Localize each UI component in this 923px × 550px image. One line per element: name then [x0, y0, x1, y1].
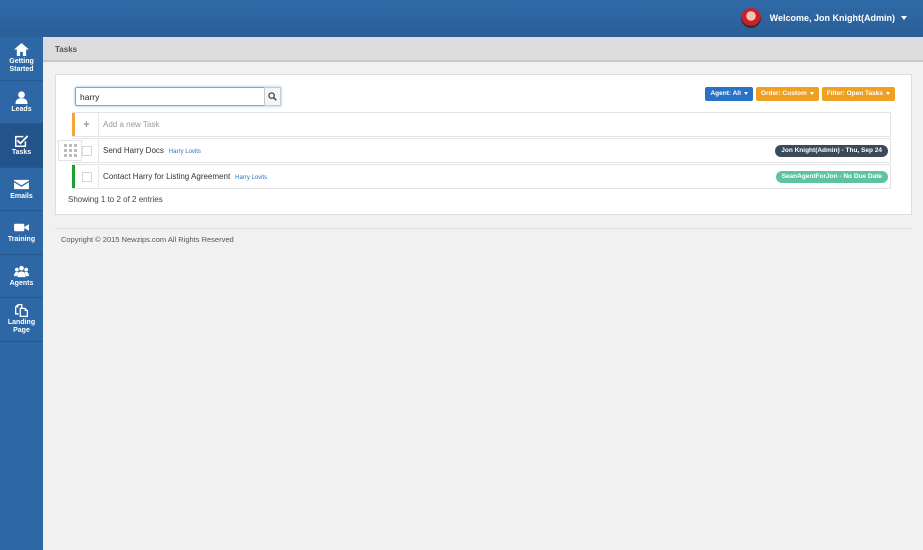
footer-divider	[55, 228, 912, 229]
search-icon	[268, 92, 277, 101]
grip-dot	[63, 154, 67, 157]
order-filter-button[interactable]: Order: Custom	[755, 87, 819, 101]
status-filter-button[interactable]: Filter: Open Tasks	[821, 87, 895, 101]
chevron-down-icon	[743, 91, 748, 95]
chevron-down-icon[interactable]	[901, 16, 907, 20]
due-badge: SeanAgentForJon - No Due Date	[775, 171, 888, 183]
chevron-down-icon	[809, 91, 814, 95]
task-item[interactable]: Send Harry Docs Harry Lovits	[103, 139, 201, 164]
top-bar: Welcome, Jon Knight(Admin)	[0, 0, 923, 37]
envelope-icon	[14, 179, 29, 189]
sidebar-item-label: Page	[13, 326, 30, 334]
search-input[interactable]	[75, 87, 281, 106]
copy-pages-icon	[15, 304, 28, 318]
sidebar-item-label: Emails	[10, 192, 33, 200]
task-checkbox[interactable]	[81, 171, 92, 182]
plus-icon[interactable]: +	[83, 119, 89, 131]
copyright-text: Copyright © 2015 Newzips.com All Rights …	[61, 235, 234, 244]
chevron-down-icon	[886, 91, 890, 95]
sidebar-item-emails[interactable]: Emails	[0, 168, 43, 211]
due-badge: Jon Knight(Admin) - Thu, Sep 24	[775, 145, 888, 157]
task-title[interactable]: Send Harry Docs	[103, 146, 164, 155]
grip-dot	[68, 149, 72, 152]
filter-bar: Agent: All Order: Custom Filter: Open Ta…	[705, 87, 895, 101]
user-icon	[15, 90, 28, 104]
grip-dot	[73, 149, 77, 152]
task-checkbox-cell	[75, 165, 99, 188]
sidebar-item-label: Training	[7, 236, 36, 243]
task-checkbox[interactable]	[81, 145, 92, 156]
sidebar-item-label: Landing	[7, 319, 36, 327]
tasks-panel: Agent: All Order: Custom Filter: Open Ta…	[55, 74, 912, 215]
add-task-row[interactable]: + Add a new Task	[72, 112, 891, 137]
add-task-cell: +	[75, 113, 99, 136]
group-icon	[14, 265, 29, 277]
task-row: Send Harry Docs Harry Lovits Jon Knight(A…	[58, 138, 891, 164]
home-icon	[14, 43, 29, 57]
grip-dot	[68, 154, 72, 157]
sidebar-item-getting-started[interactable]: Getting Started	[0, 37, 43, 81]
lead-link[interactable]: Harry Lovits	[169, 149, 201, 155]
page-title: Tasks	[43, 37, 923, 62]
grip-dot	[63, 144, 67, 147]
sidebar-item-leads[interactable]: Leads	[0, 81, 43, 124]
task-row: Contact Harry for Listing Agreement Harry…	[72, 164, 891, 189]
user-menu[interactable]: Welcome, Jon Knight(Admin)	[740, 8, 907, 28]
sidebar: Getting Started Leads Tasks Emails Train…	[0, 37, 43, 550]
sidebar-item-training[interactable]: Training	[0, 211, 43, 255]
search-button[interactable]	[264, 87, 281, 106]
grip-dot	[63, 149, 67, 152]
sidebar-item-landing-page[interactable]: Landing Page	[0, 298, 43, 342]
video-camera-icon	[14, 223, 29, 232]
sidebar-item-agents[interactable]: Agents	[0, 255, 43, 298]
drag-handle[interactable]	[58, 140, 82, 161]
task-title[interactable]: Contact Harry for Listing Agreement	[103, 172, 230, 181]
lead-link[interactable]: Harry Lovits	[235, 175, 267, 181]
agent-filter-button[interactable]: Agent: All	[705, 87, 753, 101]
sidebar-item-tasks[interactable]: Tasks	[0, 124, 43, 168]
agent-filter-label: Agent: All	[710, 90, 741, 97]
sidebar-item-label: Agents	[9, 279, 34, 287]
checkbox-icon	[15, 135, 29, 147]
grip-dot	[68, 144, 72, 147]
grip-dot	[73, 144, 77, 147]
sidebar-item-label: Getting	[9, 58, 34, 66]
sidebar-item-label: Tasks	[11, 149, 32, 156]
avatar[interactable]	[740, 8, 761, 28]
order-filter-label: Order: Custom	[760, 90, 807, 97]
sidebar-item-label: Started	[9, 65, 34, 73]
grip-dot	[73, 154, 77, 157]
sidebar-item-label: Leads	[11, 105, 32, 113]
entries-count: Showing 1 to 2 of 2 entries	[68, 195, 163, 204]
task-item[interactable]: Contact Harry for Listing Agreement Harry…	[103, 165, 267, 190]
welcome-text[interactable]: Welcome, Jon Knight(Admin)	[770, 13, 895, 23]
add-task-input[interactable]: Add a new Task	[103, 113, 159, 137]
status-filter-label: Filter: Open Tasks	[826, 90, 883, 97]
